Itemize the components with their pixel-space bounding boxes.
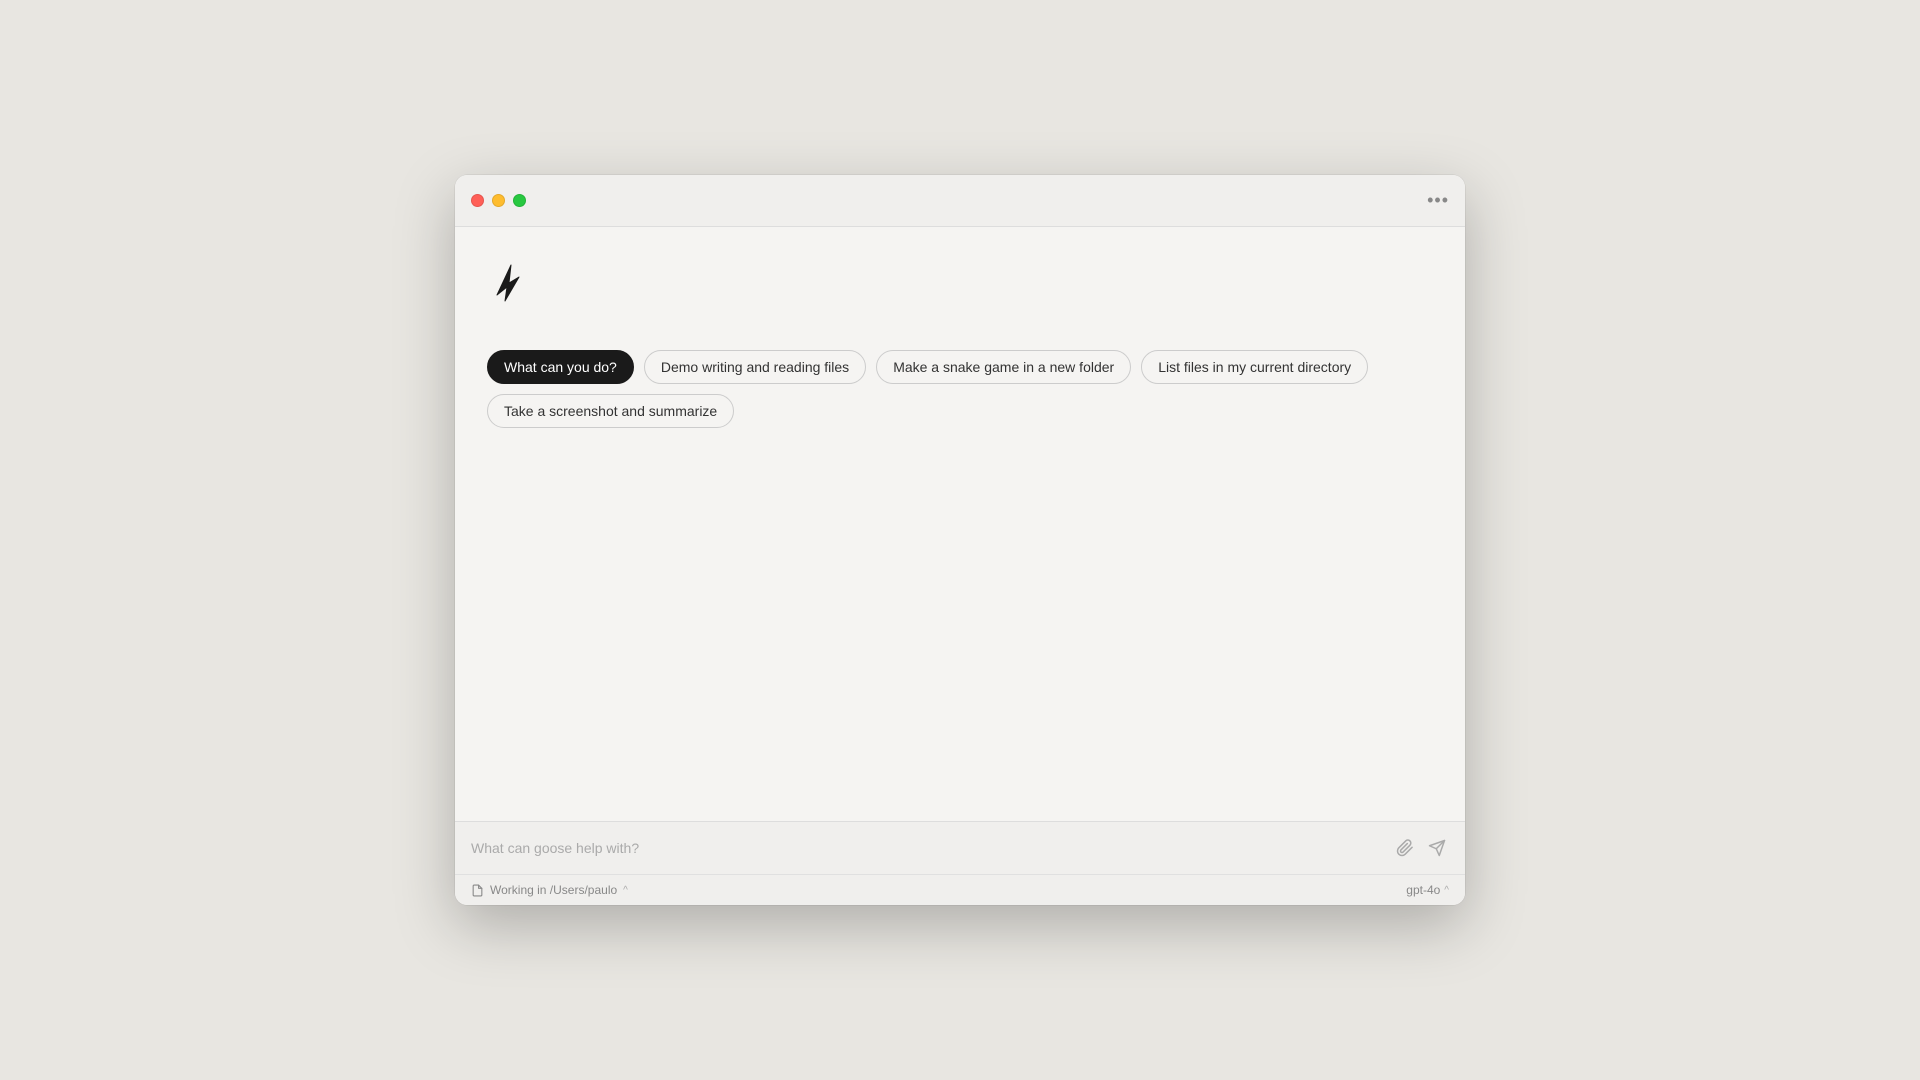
file-icon — [471, 884, 484, 897]
attach-button[interactable] — [1393, 836, 1417, 860]
input-area — [455, 822, 1465, 874]
title-bar: ••• — [455, 175, 1465, 227]
window-content: What can you do? Demo writing and readin… — [455, 227, 1465, 905]
chip-screenshot-summarize[interactable]: Take a screenshot and summarize — [487, 394, 734, 428]
working-dir-label: Working in /Users/paulo — [490, 883, 617, 897]
chip-what-can-you-do[interactable]: What can you do? — [487, 350, 634, 384]
model-label: gpt-4o — [1406, 883, 1440, 897]
maximize-button[interactable] — [513, 194, 526, 207]
close-button[interactable] — [471, 194, 484, 207]
suggestion-chips: What can you do? Demo writing and readin… — [487, 350, 1433, 428]
model-selector[interactable]: gpt-4o ^ — [1406, 883, 1449, 897]
minimize-button[interactable] — [492, 194, 505, 207]
chip-list-files[interactable]: List files in my current directory — [1141, 350, 1368, 384]
traffic-lights — [471, 194, 526, 207]
send-button[interactable] — [1425, 836, 1449, 860]
more-options-button[interactable]: ••• — [1427, 190, 1449, 211]
app-window: ••• What can you do? Demo writing and re… — [455, 175, 1465, 905]
main-area: What can you do? Demo writing and readin… — [455, 227, 1465, 821]
bottom-bar: Working in /Users/paulo ^ gpt-4o ^ — [455, 821, 1465, 905]
chip-snake-game[interactable]: Make a snake game in a new folder — [876, 350, 1131, 384]
chip-demo-writing[interactable]: Demo writing and reading files — [644, 350, 866, 384]
app-logo — [487, 257, 535, 305]
working-dir-chevron: ^ — [623, 885, 628, 896]
model-chevron: ^ — [1444, 885, 1449, 896]
status-bar: Working in /Users/paulo ^ gpt-4o ^ — [455, 874, 1465, 905]
input-actions — [1393, 836, 1449, 860]
logo-area — [487, 257, 1433, 310]
working-dir-selector[interactable]: Working in /Users/paulo ^ — [471, 883, 628, 897]
chat-input[interactable] — [471, 840, 1385, 856]
